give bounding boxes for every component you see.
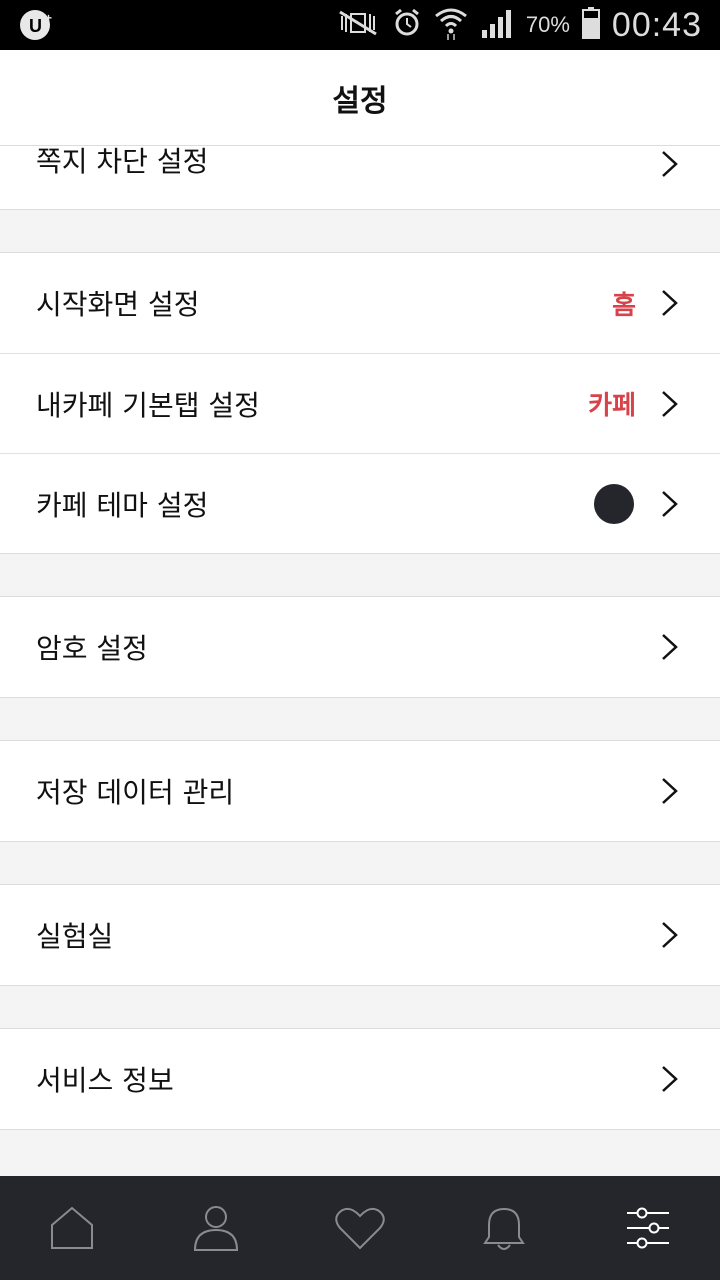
nav-notifications[interactable] (432, 1176, 576, 1280)
settings-item-label: 실험실 (36, 920, 114, 953)
settings-group: 암호 설정 (0, 596, 720, 698)
svg-text:+: + (45, 11, 52, 25)
clock: 00:43 (611, 5, 702, 44)
settings-item-cafe-theme[interactable]: 카페 테마 설정 (0, 453, 720, 553)
settings-group: 시작화면 설정 홈 내카페 기본탭 설정 카페 카페 테마 설정 (0, 252, 720, 554)
settings-item-label: 암호 설정 (36, 632, 148, 665)
chevron-right-icon (662, 634, 678, 660)
settings-item-label: 쪽지 차단 설정 (36, 144, 209, 178)
nav-home[interactable] (0, 1176, 144, 1280)
bottom-nav (0, 1176, 720, 1280)
settings-item-label: 저장 데이터 관리 (36, 776, 235, 809)
chevron-right-icon (662, 778, 678, 804)
settings-item-password[interactable]: 암호 설정 (0, 597, 720, 697)
nav-settings[interactable] (576, 1176, 720, 1280)
chevron-right-icon (662, 290, 678, 316)
chevron-right-icon (662, 490, 678, 517)
settings-list: 쪽지 차단 설정 시작화면 설정 홈 내카페 기본탭 설정 카페 카페 테마 설… (0, 145, 720, 1130)
alarm-icon (392, 8, 422, 42)
mute-icon (336, 8, 380, 42)
theme-color-swatch (594, 483, 634, 524)
settings-item-start-screen[interactable]: 시작화면 설정 홈 (0, 253, 720, 353)
nav-favorites[interactable] (288, 1176, 432, 1280)
settings-item-label: 서비스 정보 (36, 1064, 174, 1097)
settings-group: 실험실 (0, 884, 720, 986)
svg-text:U: U (29, 16, 42, 36)
settings-item-value: 홈 (612, 290, 636, 321)
settings-item-service-info[interactable]: 서비스 정보 (0, 1029, 720, 1129)
wifi-icon (434, 6, 468, 44)
settings-icon (627, 1207, 669, 1249)
settings-item-value: 카페 (588, 391, 636, 421)
chevron-right-icon (662, 1066, 678, 1092)
profile-icon (193, 1206, 239, 1251)
chevron-right-icon (662, 390, 678, 417)
chevron-right-icon (662, 150, 678, 177)
settings-group: 쪽지 차단 설정 (0, 145, 720, 210)
favorites-icon (335, 1207, 385, 1250)
uplus-logo: U + (18, 8, 58, 46)
home-icon (51, 1206, 93, 1249)
app-header: 설정 (0, 50, 720, 146)
settings-item-label: 내카페 기본탭 설정 (36, 388, 260, 422)
battery-percent: 70% (525, 12, 570, 37)
settings-item-saved-data[interactable]: 저장 데이터 관리 (0, 741, 720, 841)
settings-group: 서비스 정보 (0, 1028, 720, 1130)
settings-group: 저장 데이터 관리 (0, 740, 720, 842)
settings-item-message-block[interactable]: 쪽지 차단 설정 (0, 145, 720, 209)
settings-item-labs[interactable]: 실험실 (0, 885, 720, 985)
chevron-right-icon (662, 922, 678, 948)
settings-item-label: 시작화면 설정 (36, 288, 200, 321)
status-bar: U + 70% 00:43 (0, 0, 720, 50)
page-title: 설정 (332, 84, 388, 119)
settings-item-mycafe-default-tab[interactable]: 내카페 기본탭 설정 카페 (0, 353, 720, 453)
notifications-icon (483, 1207, 525, 1250)
battery-icon (581, 7, 600, 43)
signal-icon (480, 8, 514, 42)
nav-profile[interactable] (144, 1176, 288, 1280)
settings-item-label: 카페 테마 설정 (36, 488, 209, 522)
